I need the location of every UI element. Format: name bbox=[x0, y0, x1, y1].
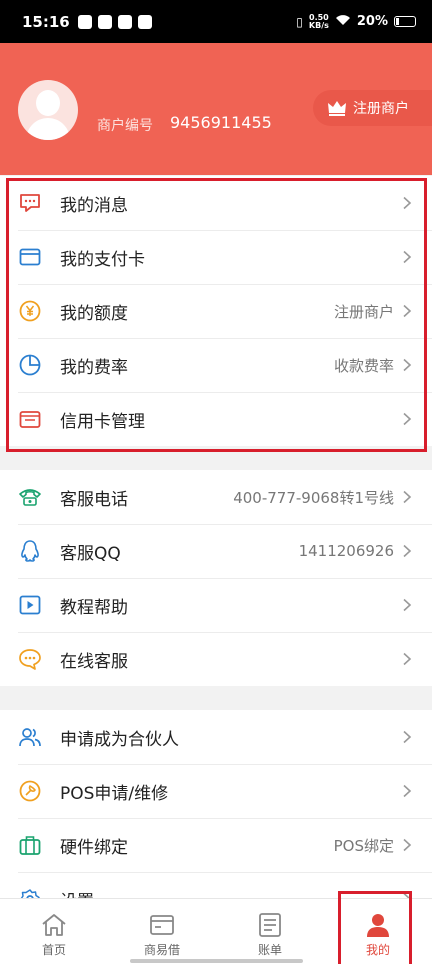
merchant-number: 9456911455 bbox=[170, 113, 272, 132]
menu-item-value: 收款费率 bbox=[333, 356, 394, 375]
bottom-tab-bar: 首页 商易借 账单 我的 bbox=[0, 898, 432, 965]
chevron-right-icon bbox=[402, 784, 414, 798]
pie-chart-icon bbox=[18, 353, 42, 377]
card-icon bbox=[149, 911, 175, 939]
chevron-right-icon bbox=[402, 544, 414, 558]
menu-item-label: 我的支付卡 bbox=[60, 249, 145, 270]
tab-2[interactable]: 商易借 bbox=[108, 899, 216, 965]
tab-label: 我的 bbox=[365, 943, 390, 957]
menu-item-label: 教程帮助 bbox=[60, 597, 128, 618]
notification-icon bbox=[77, 14, 92, 29]
service-item-3[interactable]: 教程帮助 bbox=[0, 578, 432, 632]
service-item-2[interactable]: 客服QQ 1411206926 bbox=[0, 524, 432, 578]
chevron-right-icon bbox=[402, 358, 414, 372]
phone-icon bbox=[18, 485, 42, 509]
tab-label: 账单 bbox=[257, 943, 282, 957]
net-speed: 0.50 KB/s bbox=[308, 13, 329, 30]
other-item-3[interactable]: 硬件绑定 POS绑定 bbox=[0, 818, 432, 872]
battery-percent: 20% bbox=[356, 14, 388, 29]
play-icon bbox=[18, 593, 42, 617]
chevron-right-icon bbox=[402, 196, 414, 210]
menu-item-label: 信用卡管理 bbox=[60, 411, 145, 432]
service-item-1[interactable]: 客服电话 400-777-9068转1号线 bbox=[0, 470, 432, 524]
chevron-right-icon bbox=[402, 838, 414, 852]
home-icon bbox=[40, 911, 68, 939]
account-item-1[interactable]: 我的消息 bbox=[0, 176, 432, 230]
account-item-3[interactable]: 我的额度 注册商户 bbox=[0, 284, 432, 338]
chevron-right-icon bbox=[402, 652, 414, 666]
tab-1[interactable]: 首页 bbox=[0, 899, 108, 965]
profile-header: 商户编号 9456911455 注册商户 bbox=[0, 43, 432, 175]
qq-icon bbox=[18, 539, 42, 563]
crown-icon bbox=[327, 100, 347, 116]
account-item-2[interactable]: 我的支付卡 bbox=[0, 230, 432, 284]
briefcase-icon bbox=[18, 833, 42, 857]
mail-icon bbox=[137, 14, 152, 29]
document-icon bbox=[258, 911, 282, 939]
yuan-icon bbox=[18, 299, 42, 323]
repair-icon bbox=[18, 779, 42, 803]
menu-item-label: 申请成为合伙人 bbox=[60, 729, 179, 750]
vibrate-icon: ▯ bbox=[296, 14, 303, 29]
net-speed-unit: KB/s bbox=[308, 20, 329, 30]
chevron-right-icon bbox=[402, 250, 414, 264]
tab-label: 商易借 bbox=[143, 943, 180, 957]
other-item-1[interactable]: 申请成为合伙人 bbox=[0, 710, 432, 764]
service-menu: 客服电话 400-777-9068转1号线客服QQ 1411206926 教程帮助在线… bbox=[0, 470, 432, 686]
account-item-5[interactable]: 信用卡管理 bbox=[0, 392, 432, 446]
menu-item-value: POS绑定 bbox=[333, 836, 394, 855]
menu-item-label: 在线客服 bbox=[60, 651, 128, 672]
register-merchant-label: 注册商户 bbox=[353, 101, 409, 117]
chevron-right-icon bbox=[402, 730, 414, 744]
other-menu: 申请成为合伙人POS申请/维修硬件绑定POS绑定设置 bbox=[0, 710, 432, 926]
notification-icon bbox=[97, 14, 112, 29]
menu-item-label: 我的额度 bbox=[60, 303, 128, 324]
menu-item-label: 硬件绑定 bbox=[60, 837, 128, 858]
users-icon bbox=[18, 725, 42, 749]
account-menu: 我的消息我的支付卡我的额度 注册商户我的费率 收款费率信用卡管理 bbox=[0, 176, 432, 446]
menu-item-value: 400-777-9068转1号线 bbox=[233, 488, 394, 507]
chevron-right-icon bbox=[402, 598, 414, 612]
account-item-4[interactable]: 我的费率 收款费率 bbox=[0, 338, 432, 392]
menu-item-label: POS申请/维修 bbox=[60, 783, 169, 804]
avatar[interactable] bbox=[18, 80, 78, 140]
notification-icon bbox=[117, 14, 132, 29]
user-icon bbox=[365, 911, 391, 939]
menu-item-label: 我的消息 bbox=[60, 195, 128, 216]
merchant-number-label: 商户编号 bbox=[97, 118, 153, 134]
wifi-icon bbox=[335, 14, 351, 29]
menu-item-value: 注册商户 bbox=[333, 302, 394, 321]
menu-item-label: 客服电话 bbox=[60, 489, 128, 510]
chevron-right-icon bbox=[402, 304, 414, 318]
battery-icon bbox=[394, 16, 416, 27]
tab-3[interactable]: 账单 bbox=[216, 899, 324, 965]
tab-label: 首页 bbox=[41, 943, 66, 957]
menu-item-label: 我的费率 bbox=[60, 357, 128, 378]
message-icon bbox=[18, 191, 42, 215]
service-item-4[interactable]: 在线客服 bbox=[0, 632, 432, 686]
register-merchant-button[interactable]: 注册商户 bbox=[313, 90, 432, 126]
status-indicators: ▯ 0.50 KB/s 20% bbox=[296, 13, 416, 30]
status-bar: 15:16 ▯ 0.50 KB/s 20% bbox=[0, 0, 432, 43]
chevron-right-icon bbox=[402, 412, 414, 426]
card-icon bbox=[18, 245, 42, 269]
wallet-icon bbox=[18, 407, 42, 431]
other-item-2[interactable]: POS申请/维修 bbox=[0, 764, 432, 818]
tab-4[interactable]: 我的 bbox=[324, 899, 432, 965]
menu-item-label: 客服QQ bbox=[60, 543, 121, 564]
chevron-right-icon bbox=[402, 490, 414, 504]
home-indicator[interactable] bbox=[130, 959, 303, 963]
status-time: 15:16 bbox=[22, 12, 70, 31]
chat-icon bbox=[18, 647, 42, 671]
menu-item-value: 1411206926 bbox=[298, 542, 394, 560]
